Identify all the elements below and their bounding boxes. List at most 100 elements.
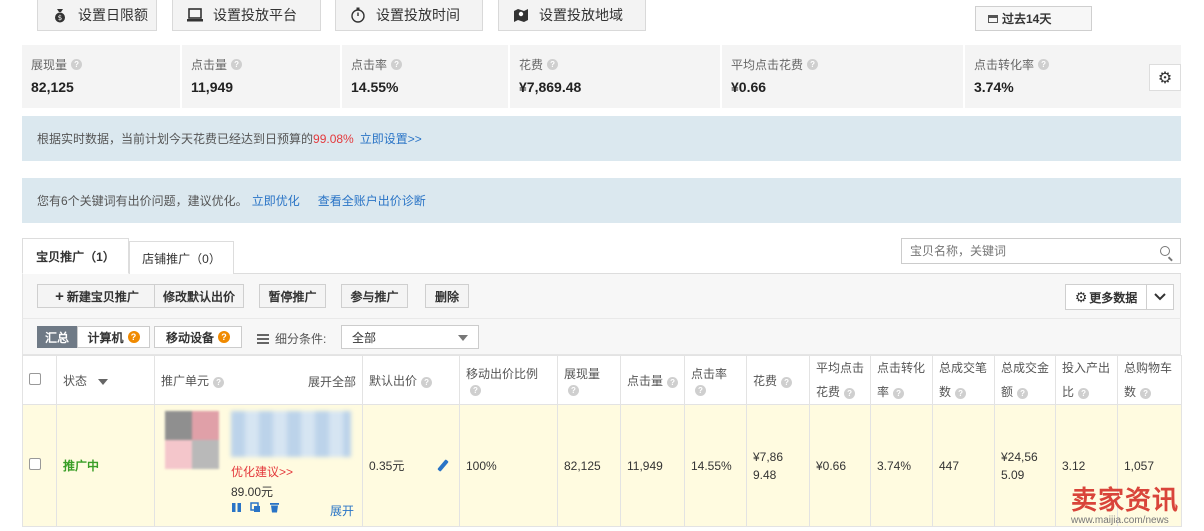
impressions-header[interactable]: 展现量? xyxy=(557,355,621,405)
amount-cell: ¥24,56 5.09 xyxy=(994,404,1056,527)
cart-header[interactable]: 总购物车数? xyxy=(1117,355,1182,405)
help-icon[interactable]: ? xyxy=(695,384,706,396)
join-promotion-button[interactable]: 参与推广 xyxy=(341,284,408,308)
condition-label: 细分条件: xyxy=(257,330,326,347)
impressions-header-label: 展现量 xyxy=(564,366,601,381)
edit-pencil-icon[interactable] xyxy=(437,459,449,472)
mobile-ratio-header-label: 移动出价比例 xyxy=(466,366,539,381)
mobile-label: 移动设备 xyxy=(165,330,214,345)
delete-button[interactable]: 删除 xyxy=(425,284,469,308)
help-icon[interactable]: ? xyxy=(667,376,679,388)
amount-header[interactable]: 总成交金额? xyxy=(994,355,1056,405)
chevron-down-icon[interactable] xyxy=(1147,285,1173,309)
set-now-link[interactable]: 立即设置>> xyxy=(360,130,422,147)
help-icon[interactable]: ? xyxy=(547,59,559,70)
product-thumbnail[interactable] xyxy=(165,411,219,469)
set-daily-limit-button[interactable]: $ 设置日限额 xyxy=(37,0,157,31)
search-input[interactable] xyxy=(910,244,1150,258)
product-title[interactable] xyxy=(231,411,351,457)
watermark-url: www.maijia.com/news xyxy=(1071,515,1169,526)
help-icon[interactable]: ? xyxy=(391,59,403,70)
expand-all-link[interactable]: 展开全部 xyxy=(308,373,356,390)
impressions-value: 82,125 xyxy=(564,458,601,473)
help-icon[interactable]: ? xyxy=(781,376,793,388)
tab-label: 宝贝推广（1） xyxy=(36,249,115,264)
dropdown-arrow-icon xyxy=(458,335,468,341)
budget-notice: 根据实时数据，当前计划今天花费已经达到日预算的 99.08% 立即设置>> xyxy=(22,116,1181,161)
promotion-table: 状态 推广单元? 展开全部 默认出价? 移动出价比例? 展现量? 点击量? 点击… xyxy=(22,355,1182,527)
select-all-cell xyxy=(22,355,57,405)
pause-promotion-label: 暂停推广 xyxy=(268,289,317,304)
stat-ctr: 点击率? 14.55% xyxy=(342,45,508,108)
caret-down-icon xyxy=(98,378,109,385)
clicks-header[interactable]: 点击量? xyxy=(620,355,685,405)
help-icon[interactable]: ? xyxy=(955,388,967,399)
condition-value: 全部 xyxy=(352,330,377,345)
help-icon[interactable]: ? xyxy=(71,59,83,70)
help-icon[interactable]: ? xyxy=(1140,388,1152,399)
help-icon[interactable]: ? xyxy=(844,388,856,399)
avg-cpc-header[interactable]: 平均点击 花费? xyxy=(809,355,871,405)
ctr-header[interactable]: 点击率? xyxy=(684,355,747,405)
modify-default-bid-button[interactable]: 修改默认出价 xyxy=(154,284,244,308)
date-range-button[interactable]: 过去14天 xyxy=(975,6,1092,31)
bid-diagnosis-link[interactable]: 查看全账户出价诊断 xyxy=(318,192,426,209)
help-icon[interactable]: ? xyxy=(568,384,579,396)
help-icon[interactable]: ? xyxy=(1078,388,1090,399)
help-icon[interactable]: ? xyxy=(213,376,225,388)
help-icon[interactable]: ? xyxy=(1017,388,1029,399)
search-icon[interactable] xyxy=(1160,246,1170,256)
row-checkbox[interactable] xyxy=(29,458,41,470)
help-icon[interactable]: ? xyxy=(807,59,819,70)
help-icon[interactable]: ? xyxy=(470,384,481,396)
stats-settings-button[interactable]: ⚙ xyxy=(1149,64,1181,91)
stat-impressions: 展现量? 82,125 xyxy=(22,45,180,108)
tab-summary[interactable]: 汇总 xyxy=(37,326,77,348)
deals-header-label-1: 总成交笔 xyxy=(939,361,988,375)
select-all-checkbox[interactable] xyxy=(29,372,41,385)
copy-icon[interactable] xyxy=(250,502,261,513)
deals-header[interactable]: 总成交笔数? xyxy=(932,355,995,405)
more-data-dropdown[interactable]: ⚙ 更多数据 xyxy=(1065,284,1174,310)
condition-select[interactable]: 全部 xyxy=(341,325,479,349)
optimize-now-link[interactable]: 立即优化 xyxy=(252,192,300,209)
tab-shop-promotion[interactable]: 店铺推广（0） xyxy=(129,241,234,274)
set-region-button[interactable]: 设置投放地域 xyxy=(498,0,646,31)
new-item-promotion-button[interactable]: + 新建宝贝推广 xyxy=(37,284,157,308)
help-icon[interactable]: ? xyxy=(421,376,433,388)
budget-percent: 99.08% xyxy=(313,131,354,146)
help-icon[interactable]: ? xyxy=(893,388,905,399)
set-time-button[interactable]: 设置投放时间 xyxy=(335,0,483,31)
stat-value: 11,949 xyxy=(191,79,234,95)
stats-summary: 展现量? 82,125 点击量? 11,949 点击率? 14.55% 花费? … xyxy=(22,45,1181,108)
clicks-header-label: 点击量 xyxy=(627,373,664,388)
roi-header[interactable]: 投入产出比? xyxy=(1055,355,1118,405)
help-icon[interactable]: ? xyxy=(231,59,243,70)
status-value: 推广中 xyxy=(63,459,100,473)
plus-icon: + xyxy=(55,287,64,305)
set-platform-button[interactable]: 设置投放平台 xyxy=(172,0,321,31)
cost-header-label: 花费 xyxy=(753,373,778,388)
help-icon[interactable]: ? xyxy=(1038,59,1050,70)
cvr-header[interactable]: 点击转化率? xyxy=(870,355,933,405)
pause-icon[interactable] xyxy=(231,502,242,513)
cost-value-1: ¥7,86 xyxy=(753,449,784,464)
action-toolbar: + 新建宝贝推广 修改默认出价 暂停推广 参与推广 删除 ⚙ 更多数据 xyxy=(22,274,1181,318)
more-data-button[interactable]: ⚙ 更多数据 xyxy=(1066,285,1147,309)
expand-link[interactable]: 展开 xyxy=(330,502,354,519)
trash-icon[interactable] xyxy=(269,502,280,513)
optimize-suggestion-link[interactable]: 优化建议>> xyxy=(231,463,293,480)
stat-avg-cpc: 平均点击花费? ¥0.66 xyxy=(722,45,963,108)
tab-mobile[interactable]: 移动设备 ? xyxy=(154,326,242,348)
stat-clicks: 点击量? 11,949 xyxy=(182,45,340,108)
tab-item-promotion[interactable]: 宝贝推广（1） xyxy=(22,238,129,274)
cost-header[interactable]: 花费? xyxy=(746,355,810,405)
stat-cost: 花费? ¥7,869.48 xyxy=(510,45,720,108)
stat-label: 平均点击花费 xyxy=(731,58,804,72)
status-header[interactable]: 状态 xyxy=(56,355,155,405)
tab-computer[interactable]: 计算机 ? xyxy=(77,326,150,348)
stat-value: 14.55% xyxy=(351,79,399,95)
amount-value-1: ¥24,56 xyxy=(1001,449,1038,464)
clicks-value: 11,949 xyxy=(627,458,663,473)
pause-promotion-button[interactable]: 暂停推广 xyxy=(259,284,326,308)
